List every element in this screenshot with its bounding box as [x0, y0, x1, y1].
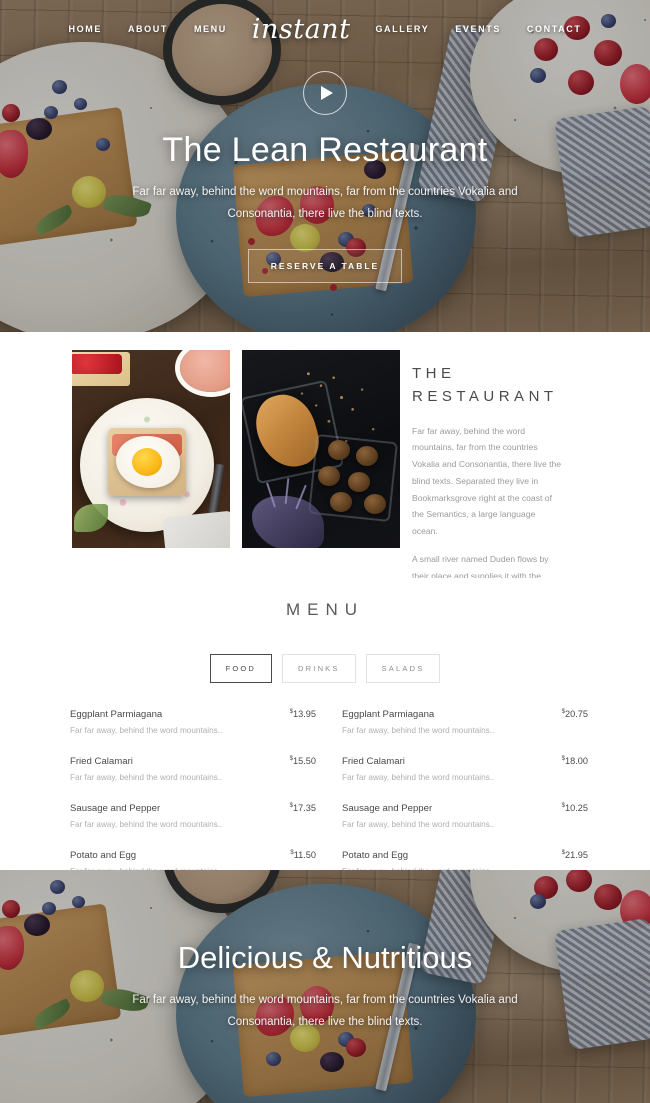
primary-nav-left: HOME ABOUT MENU	[56, 24, 240, 34]
restaurant-landing-page: HOME ABOUT MENU instant GALLERY EVENTS C…	[0, 0, 650, 1103]
menu-item-name: Potato and Egg	[342, 850, 409, 862]
menu-item-price: $10.25	[562, 803, 588, 813]
menu-item-name: Eggplant Parmiagana	[342, 709, 435, 721]
nav-link-events[interactable]: EVENTS	[442, 24, 514, 34]
menu-item[interactable]: Eggplant Parmiagana $13.95 Far far away,…	[70, 709, 316, 735]
menu-item-description: Far far away, behind the word mountains.…	[342, 726, 495, 736]
menu-item[interactable]: Sausage and Pepper $17.35 Far far away, …	[70, 803, 316, 829]
menu-item-price: $13.95	[290, 709, 316, 719]
menu-item-description: Far far away, behind the word mountains.…	[70, 726, 223, 736]
tab-salads[interactable]: SALADS	[365, 654, 441, 683]
menu-title: MENU	[285, 600, 365, 619]
menu-item-price: $18.00	[562, 756, 588, 766]
hero-section: HOME ABOUT MENU instant GALLERY EVENTS C…	[0, 0, 650, 332]
about-image-egg-sandwich	[72, 350, 230, 548]
play-triangle-icon	[320, 86, 333, 101]
hero-subtitle: Far far away, behind the word mountains,…	[132, 186, 518, 220]
menu-item[interactable]: Fried Calamari $18.00 Far far away, behi…	[342, 756, 588, 782]
price-value: 20.75	[565, 709, 588, 720]
menu-item-name: Fried Calamari	[70, 756, 133, 768]
menu-item-description: Far far away, behind the word mountains.…	[342, 820, 495, 830]
price-value: 18.00	[565, 756, 588, 767]
about-title: THE RESTAURANT	[412, 365, 558, 406]
menu-item-price: $11.50	[290, 850, 316, 860]
menu-section: MENU FOOD DRINKS SALADS Eggplant Parmiag…	[0, 578, 650, 876]
bottom-banner-title: Delicious & Nutritious	[177, 940, 473, 976]
menu-item[interactable]: Fried Calamari $15.50 Far far away, behi…	[70, 756, 316, 782]
decor-jam	[72, 354, 122, 374]
nav-link-home[interactable]: HOME	[56, 24, 115, 34]
about-paragraph-1: Far far away, behind the word mountains,…	[412, 425, 562, 537]
bottom-banner-subtitle: Far far away, behind the word mountains,…	[132, 994, 518, 1028]
price-value: 10.25	[565, 803, 588, 814]
menu-item[interactable]: Sausage and Pepper $10.25 Far far away, …	[342, 803, 588, 829]
menu-item-description: Far far away, behind the word mountains.…	[70, 773, 223, 783]
nav-link-about[interactable]: ABOUT	[115, 24, 181, 34]
reserve-a-table-button[interactable]: RESERVE A TABLE	[247, 248, 403, 283]
nav-link-gallery[interactable]: GALLERY	[362, 24, 442, 34]
bottom-banner-content: Delicious & Nutritious Far far away, beh…	[0, 870, 650, 1103]
menu-item-name: Sausage and Pepper	[70, 803, 161, 815]
decor-herb-sprig	[74, 504, 108, 532]
menu-item-name: Fried Calamari	[342, 756, 405, 768]
tab-food[interactable]: FOOD	[209, 654, 273, 683]
menu-item-price: $17.35	[290, 803, 316, 813]
price-value: 15.50	[293, 756, 316, 767]
bottom-banner-section: Delicious & Nutritious Far far away, beh…	[0, 870, 650, 1103]
menu-columns: Eggplant Parmiagana $13.95 Far far away,…	[0, 683, 650, 897]
price-value: 11.50	[293, 850, 316, 861]
decor-cookie	[318, 466, 340, 486]
decor-cookie	[364, 494, 386, 514]
price-value: 13.95	[293, 709, 316, 720]
decor-cookie	[330, 492, 352, 512]
menu-column-left: Eggplant Parmiagana $13.95 Far far away,…	[70, 709, 316, 897]
brand-logo[interactable]: instant	[240, 14, 363, 45]
price-value: 21.95	[565, 850, 588, 861]
play-icon[interactable]	[303, 71, 347, 116]
price-value: 17.35	[293, 803, 316, 814]
decor-cookie	[348, 472, 370, 492]
menu-item-price: $21.95	[562, 850, 588, 860]
menu-item-price: $15.50	[290, 756, 316, 766]
hero-title: The Lean Restaurant	[162, 131, 488, 170]
menu-item[interactable]: Eggplant Parmiagana $20.75 Far far away,…	[342, 709, 588, 735]
menu-item-price: $20.75	[562, 709, 588, 719]
menu-item-name: Sausage and Pepper	[342, 803, 433, 815]
primary-nav-right: GALLERY EVENTS CONTACT	[362, 24, 594, 34]
site-header: HOME ABOUT MENU instant GALLERY EVENTS C…	[0, 0, 650, 58]
about-section: THE RESTAURANT Far far away, behind the …	[0, 332, 650, 627]
menu-item-description: Far far away, behind the word mountains.…	[70, 820, 223, 830]
menu-item-description: Far far away, behind the word mountains.…	[342, 773, 495, 783]
menu-tabs: FOOD DRINKS SALADS	[0, 654, 650, 683]
about-image-croissant	[242, 350, 400, 548]
menu-item-name: Eggplant Parmiagana	[70, 709, 163, 721]
decor-egg-yolk	[132, 448, 162, 476]
decor-cloth	[162, 510, 230, 548]
nav-link-menu[interactable]: MENU	[181, 24, 240, 34]
nav-link-contact[interactable]: CONTACT	[514, 24, 595, 34]
menu-column-right: Eggplant Parmiagana $20.75 Far far away,…	[342, 709, 588, 897]
decor-pink-cup	[180, 350, 230, 392]
decor-cookie	[356, 446, 378, 466]
menu-item-name: Potato and Egg	[70, 850, 137, 862]
tab-drinks[interactable]: DRINKS	[282, 654, 356, 683]
decor-cookie	[328, 440, 350, 460]
